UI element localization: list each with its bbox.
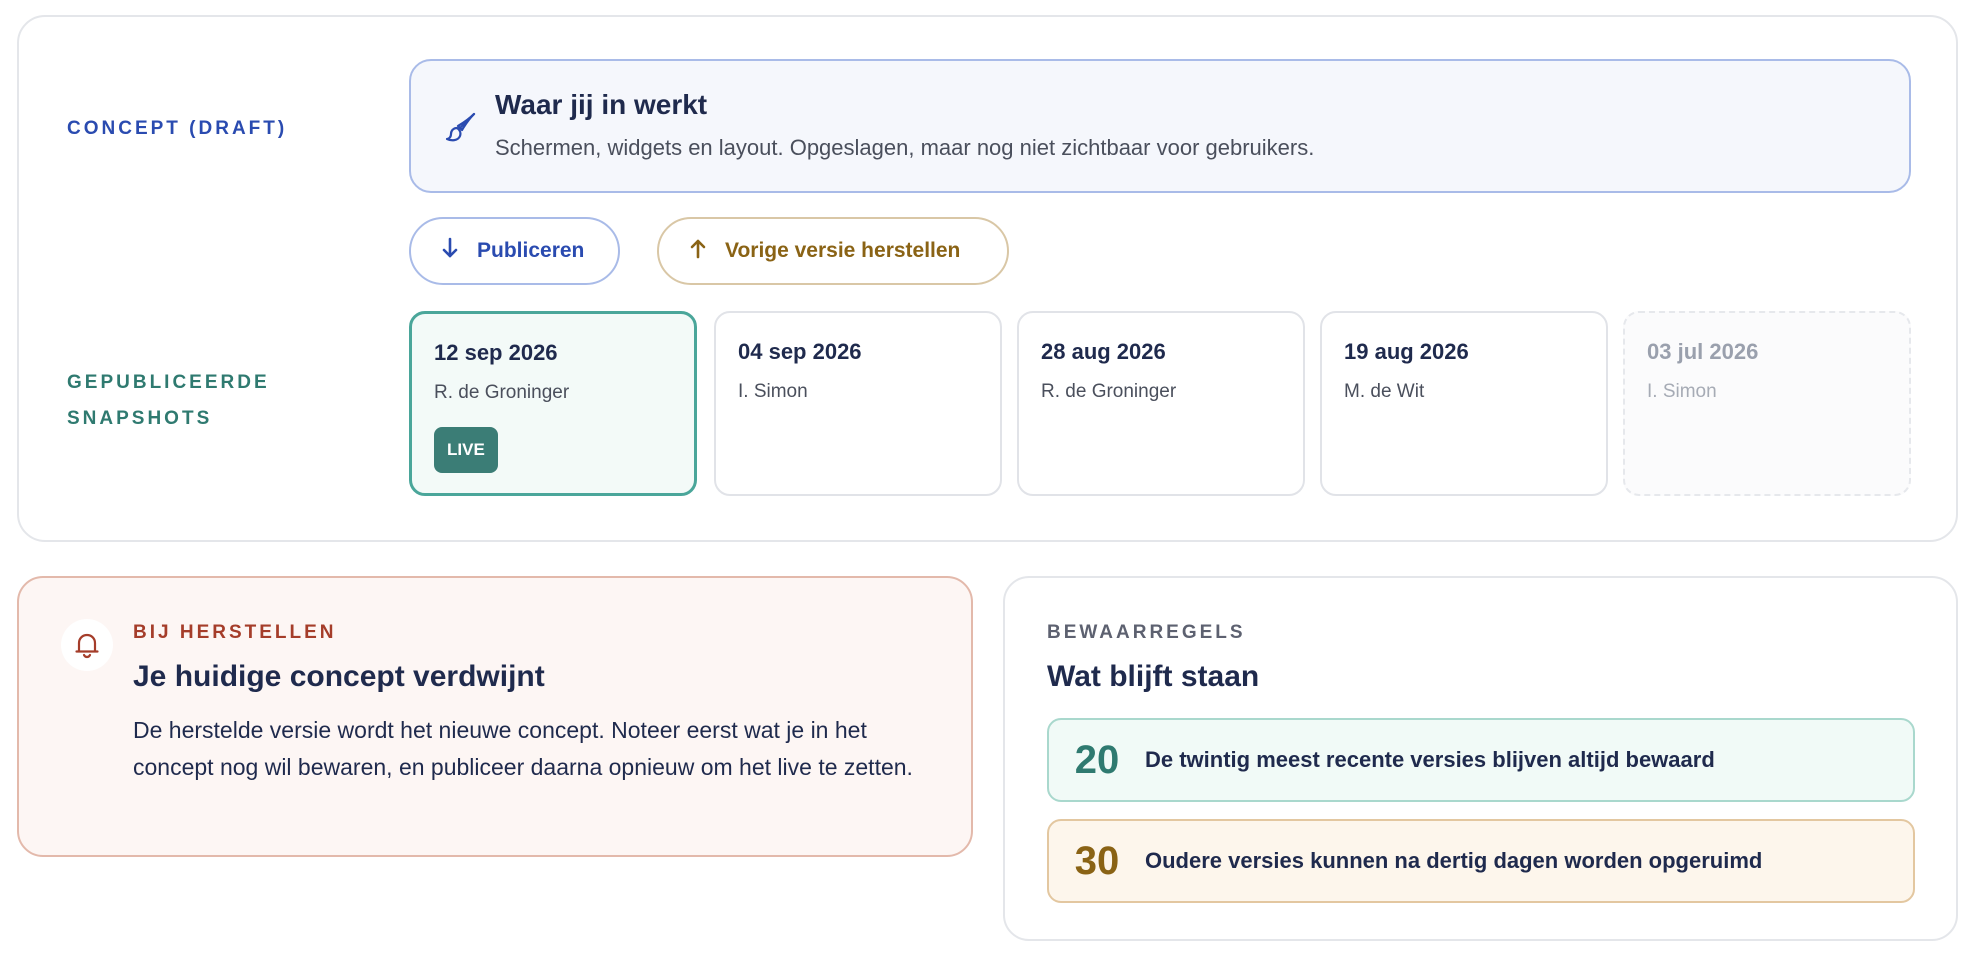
snapshots-section-label: GEPUBLICEERDE SNAPSHOTS <box>67 372 270 429</box>
snapshot-card[interactable]: 28 aug 2026 R. de Groninger <box>1017 311 1305 496</box>
snapshot-date: 03 jul 2026 <box>1647 339 1759 364</box>
rule-text: Oudere versies kunnen na dertig dagen wo… <box>1145 848 1763 873</box>
snapshot-author: M. de Wit <box>1344 381 1425 402</box>
bell-icon <box>61 619 113 671</box>
retention-title: Wat blijft staan <box>1047 660 1260 693</box>
publish-button[interactable]: Publiceren <box>409 217 620 285</box>
restore-previous-version-button[interactable]: Vorige versie herstellen <box>657 217 1009 285</box>
arrow-down-icon <box>439 236 461 266</box>
warning-body: De herstelde versie wordt het nieuwe con… <box>133 717 913 780</box>
live-badge: LIVE <box>434 427 498 473</box>
paintbrush-icon <box>443 109 479 145</box>
version-panel: CONCEPT (DRAFT) Waar jij in werkt Scherm… <box>17 15 1958 542</box>
snapshot-date: 12 sep 2026 <box>434 340 558 365</box>
concept-section-label: CONCEPT (DRAFT) <box>67 118 288 139</box>
snapshot-card-live[interactable]: 12 sep 2026 R. de Groninger LIVE <box>409 311 697 496</box>
snapshot-author: I. Simon <box>1647 381 1717 402</box>
rule-number: 30 <box>1074 838 1120 883</box>
publish-button-label: Publiceren <box>477 239 585 262</box>
warning-kicker: BIJ HERSTELLEN <box>133 622 337 643</box>
warning-title: Je huidige concept verdwijnt <box>133 660 545 693</box>
rule-text: De twintig meest recente versies blijven… <box>1145 747 1715 772</box>
snapshot-date: 04 sep 2026 <box>738 339 862 364</box>
concept-description: Schermen, widgets en layout. Opgeslagen,… <box>495 135 1315 160</box>
snapshot-author: R. de Groninger <box>434 382 570 403</box>
snapshot-date: 28 aug 2026 <box>1041 339 1166 364</box>
restore-button-label: Vorige versie herstellen <box>725 239 961 262</box>
snapshot-card-expired[interactable]: 03 jul 2026 I. Simon <box>1623 311 1911 496</box>
arrow-up-icon <box>687 236 709 266</box>
retention-rules-card: BEWAARREGELS Wat blijft staan 20 De twin… <box>1003 576 1958 941</box>
retention-rule: 20 De twintig meest recente versies blij… <box>1047 718 1915 802</box>
snapshot-author: R. de Groninger <box>1041 381 1177 402</box>
snapshot-date: 19 aug 2026 <box>1344 339 1469 364</box>
concept-title: Waar jij in werkt <box>495 89 708 120</box>
restore-warning-card: BIJ HERSTELLEN Je huidige concept verdwi… <box>17 576 973 857</box>
snapshot-card[interactable]: 19 aug 2026 M. de Wit <box>1320 311 1608 496</box>
snapshot-card[interactable]: 04 sep 2026 I. Simon <box>714 311 1002 496</box>
snapshot-author: I. Simon <box>738 381 808 402</box>
retention-rule: 30 Oudere versies kunnen na dertig dagen… <box>1047 819 1915 903</box>
concept-card: Waar jij in werkt Schermen, widgets en l… <box>409 59 1911 193</box>
rule-number: 20 <box>1074 737 1120 782</box>
retention-kicker: BEWAARREGELS <box>1047 622 1246 643</box>
